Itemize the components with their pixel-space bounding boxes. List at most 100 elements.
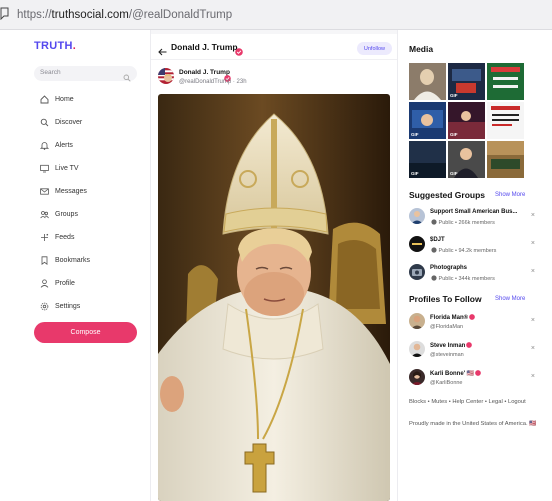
- nav-settings[interactable]: Settings: [40, 299, 140, 313]
- media-grid: GIF GIF GIF GIF GIF: [409, 63, 525, 180]
- globe-icon: [431, 275, 437, 281]
- mail-icon: [40, 187, 49, 196]
- search-icon: [123, 69, 131, 82]
- verified-badge-icon: [469, 314, 475, 320]
- dismiss-icon[interactable]: ×: [531, 373, 535, 380]
- unfollow-button[interactable]: Unfollow: [356, 42, 392, 55]
- profile-name: Steve Inman: [430, 342, 473, 349]
- nav-profile-label: Profile: [55, 279, 75, 287]
- home-icon: [40, 94, 49, 104]
- footer-links[interactable]: Blocks • Mutes • Help Center • Legal • L…: [409, 398, 544, 407]
- nav-feeds-label: Feeds: [55, 233, 75, 241]
- compose-button[interactable]: Compose: [34, 322, 137, 343]
- group-meta: Public • 344k members: [430, 275, 495, 282]
- dismiss-icon[interactable]: ×: [531, 212, 535, 219]
- group-item[interactable]: Photographs Public • 344k members ×: [409, 262, 549, 284]
- dismiss-icon[interactable]: ×: [531, 345, 535, 352]
- group-name: Photographs: [430, 265, 467, 271]
- truth-logo[interactable]: TRUTH.: [34, 40, 76, 52]
- profile-suggestion[interactable]: Steve Inman @steveinman ×: [409, 339, 549, 361]
- browser-url-bar: https://truthsocial.com/@realDonaldTrump: [0, 0, 552, 30]
- media-tile[interactable]: GIF: [409, 141, 446, 178]
- profile-suggestion[interactable]: Florida Man® @FloridaMan ×: [409, 311, 549, 333]
- nav-bookmarks-label: Bookmarks: [55, 256, 91, 264]
- tv-icon: [40, 164, 49, 173]
- verified-badge-icon: [224, 69, 231, 82]
- profile-suggestion[interactable]: Karli Bonne' 🇺🇸 @KarliBonne ×: [409, 367, 549, 389]
- left-sidebar: TRUTH. Search Home Discover Alerts Live …: [0, 30, 150, 501]
- media-tile[interactable]: GIF: [409, 102, 446, 139]
- media-tile[interactable]: GIF: [448, 141, 485, 178]
- group-item[interactable]: $DJT Public • 94.2k members ×: [409, 234, 549, 256]
- media-tile[interactable]: [409, 63, 446, 100]
- search-input[interactable]: Search: [34, 66, 137, 82]
- profiles-to-follow-title: Profiles To Follow: [409, 294, 482, 304]
- profile-name: Donald J. Trump: [171, 42, 238, 52]
- footer-made-in-usa: Proudly made in the United States of Ame…: [409, 421, 537, 427]
- profile-avatar: [409, 369, 425, 385]
- verified-badge-icon: [466, 342, 473, 348]
- group-item[interactable]: Support Small American Bus... Public • 2…: [409, 206, 549, 228]
- media-title: Media: [409, 44, 434, 54]
- back-arrow-icon[interactable]: [158, 43, 167, 56]
- globe-icon: [431, 247, 437, 253]
- profile-avatar: [409, 341, 425, 357]
- nav-settings-label: Settings: [55, 302, 81, 310]
- profile-header: Donald J. Trump Unfollow: [151, 34, 397, 60]
- profile-name: Karli Bonne' 🇺🇸: [430, 370, 482, 377]
- gif-label: GIF: [411, 132, 419, 137]
- gif-label: GIF: [411, 171, 419, 176]
- media-tile[interactable]: [487, 141, 524, 178]
- nav-discover-label: Discover: [55, 118, 83, 126]
- nav-groups[interactable]: Groups: [40, 207, 140, 221]
- right-sidebar: Media GIF GIF GIF GIF GIF Suggested Grou…: [398, 30, 552, 501]
- dismiss-icon[interactable]: ×: [531, 268, 535, 275]
- gear-icon: [40, 302, 49, 311]
- nav-messages-label: Messages: [55, 187, 87, 195]
- nav-live-tv[interactable]: Live TV: [40, 161, 140, 175]
- media-tile[interactable]: GIF: [448, 63, 485, 100]
- group-name: $DJT: [430, 237, 445, 243]
- address-field[interactable]: https://truthsocial.com/@realDonaldTrump: [17, 9, 232, 21]
- page-info-icon[interactable]: [0, 7, 10, 21]
- group-name: Support Small American Bus...: [430, 209, 518, 215]
- nav-discover[interactable]: Discover: [40, 115, 140, 129]
- gif-label: GIF: [450, 132, 458, 137]
- nav-bookmarks[interactable]: Bookmarks: [40, 253, 140, 267]
- nav-live-tv-label: Live TV: [55, 164, 79, 172]
- post-author-name[interactable]: Donald J. Trump: [179, 69, 230, 76]
- nav-alerts[interactable]: Alerts: [40, 138, 140, 152]
- bookmark-icon: [40, 255, 49, 265]
- nav-groups-label: Groups: [55, 210, 78, 218]
- group-meta: Public • 266k members: [430, 219, 495, 226]
- post-image[interactable]: [158, 94, 390, 501]
- suggested-groups-title: Suggested Groups: [409, 190, 486, 200]
- gif-label: GIF: [450, 171, 458, 176]
- group-avatar: [409, 236, 425, 252]
- profiles-show-more-link[interactable]: Show More: [495, 296, 525, 302]
- profile-timeline: Donald J. Trump Unfollow Donald J. Trump…: [150, 30, 398, 501]
- media-tile[interactable]: GIF: [448, 102, 485, 139]
- dismiss-icon[interactable]: ×: [531, 317, 535, 324]
- post-avatar[interactable]: [158, 68, 174, 84]
- media-tile[interactable]: [487, 102, 524, 139]
- nav-feeds[interactable]: Feeds: [40, 230, 140, 244]
- search-icon: [40, 118, 49, 127]
- profile-handle: @FloridaMan: [430, 324, 464, 330]
- media-tile[interactable]: [487, 63, 524, 100]
- globe-icon: [431, 219, 437, 225]
- groups-show-more-link[interactable]: Show More: [495, 192, 525, 198]
- search-placeholder: Search: [40, 69, 61, 76]
- profile-handle: @steveinman: [430, 352, 464, 358]
- dismiss-icon[interactable]: ×: [531, 240, 535, 247]
- nav-home-label: Home: [55, 95, 74, 103]
- profile-handle: @KarliBonne: [430, 380, 463, 386]
- verified-badge-icon: [235, 43, 243, 56]
- nav-profile[interactable]: Profile: [40, 276, 140, 290]
- nav-home[interactable]: Home: [40, 92, 140, 106]
- feeds-icon: [40, 233, 49, 242]
- nav-alerts-label: Alerts: [55, 141, 73, 149]
- group-meta: Public • 94.2k members: [430, 247, 496, 254]
- nav-messages[interactable]: Messages: [40, 184, 140, 198]
- verified-badge-icon: [475, 370, 482, 376]
